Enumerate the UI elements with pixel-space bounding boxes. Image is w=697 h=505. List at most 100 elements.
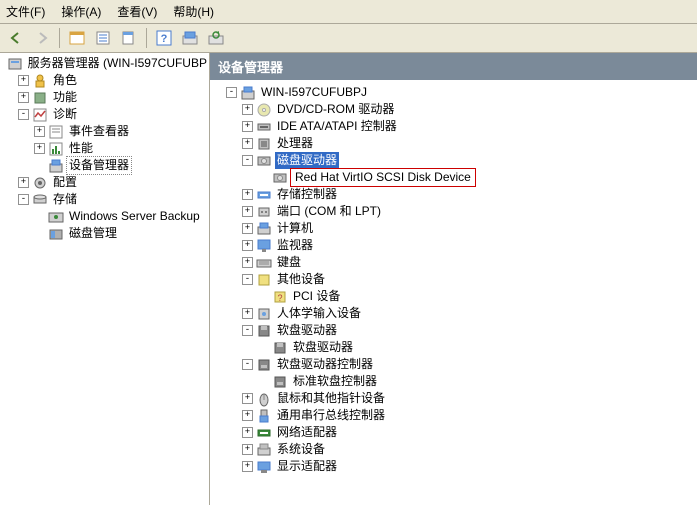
menu-view[interactable]: 查看(V) (117, 3, 157, 20)
expand-icon[interactable]: + (242, 223, 253, 234)
config-icon (32, 175, 48, 191)
tree-item[interactable]: +鼠标和其他指针设备 (210, 390, 697, 407)
collapse-icon[interactable]: - (242, 325, 253, 336)
svg-text:?: ? (277, 293, 282, 303)
tree-item[interactable]: - 磁盘驱动器 (210, 152, 697, 169)
help-button[interactable]: ? (152, 26, 176, 50)
expand-icon[interactable]: + (18, 92, 29, 103)
tree-item[interactable]: - 软盘驱动器 (210, 322, 697, 339)
expand-icon[interactable]: + (242, 461, 253, 472)
server-icon (7, 56, 23, 72)
forward-button[interactable] (30, 26, 54, 50)
role-icon (32, 73, 48, 89)
devmgr-icon (48, 158, 64, 174)
tree-item[interactable]: + 键盘 (210, 254, 697, 271)
expand-icon[interactable]: + (242, 206, 253, 217)
floppy-ctrl-icon (256, 357, 272, 373)
expand-icon[interactable]: + (242, 308, 253, 319)
expand-icon[interactable]: + (242, 138, 253, 149)
tree-item[interactable]: + 网络适配器 (210, 424, 697, 441)
tree-item[interactable]: +角色 (0, 72, 209, 89)
menu-file[interactable]: 文件(F) (6, 3, 45, 20)
expand-icon[interactable]: + (34, 126, 45, 137)
tree-item[interactable]: + DVD/CD-ROM 驱动器 (210, 101, 697, 118)
storage-ctrl-icon (256, 187, 272, 203)
tree-item[interactable]: +事件查看器 (0, 123, 209, 140)
tree-item[interactable]: -WIN-I597CUFUBPJ (210, 84, 697, 101)
tree-item[interactable]: +功能 (0, 89, 209, 106)
tree-item[interactable]: Red Hat VirtIO SCSI Disk Device (210, 169, 697, 186)
tree-item-label: 系统设备 (275, 441, 327, 458)
tree-item[interactable]: +性能 (0, 140, 209, 157)
tree-item-label: 监视器 (275, 237, 315, 254)
tree-item[interactable]: -诊断 (0, 106, 209, 123)
scan-button[interactable] (178, 26, 202, 50)
expand-icon[interactable]: + (242, 444, 253, 455)
monitor-icon (256, 238, 272, 254)
expand-icon[interactable]: + (242, 104, 253, 115)
expand-icon[interactable]: + (242, 189, 253, 200)
expand-icon[interactable]: + (242, 240, 253, 251)
tree-item[interactable]: -其他设备 (210, 271, 697, 288)
export-button[interactable] (117, 26, 141, 50)
tree-item-label: 磁盘驱动器 (275, 152, 339, 169)
refresh-button[interactable] (204, 26, 228, 50)
tree-item[interactable]: +通用串行总线控制器 (210, 407, 697, 424)
tree-item[interactable]: ?PCI 设备 (210, 288, 697, 305)
tree-item[interactable]: 磁盘管理 (0, 225, 209, 242)
expand-icon[interactable]: + (18, 177, 29, 188)
hid-icon (256, 306, 272, 322)
wsb-icon (48, 209, 64, 225)
tree-item[interactable]: +处理器 (210, 135, 697, 152)
left-tree-pane[interactable]: 服务器管理器 (WIN-I597CUFUBP+角色+功能-诊断+事件查看器+性能… (0, 53, 210, 505)
feature-icon (32, 90, 48, 106)
collapse-icon[interactable]: - (226, 87, 237, 98)
tree-item[interactable]: 标准软盘控制器 (210, 373, 697, 390)
right-tree-pane[interactable]: -WIN-I597CUFUBPJ + DVD/CD-ROM 驱动器+IDE ATA/… (210, 80, 697, 505)
tree-item-label: DVD/CD-ROM 驱动器 (275, 101, 396, 118)
tree-item[interactable]: +显示适配器 (210, 458, 697, 475)
collapse-icon[interactable]: - (242, 359, 253, 370)
tree-item-label: 端口 (COM 和 LPT) (275, 203, 383, 220)
tree-item[interactable]: -软盘驱动器控制器 (210, 356, 697, 373)
collapse-icon[interactable]: - (18, 109, 29, 120)
expand-icon[interactable]: + (242, 121, 253, 132)
tree-item[interactable]: 服务器管理器 (WIN-I597CUFUBP (0, 55, 209, 72)
collapse-icon[interactable]: - (18, 194, 29, 205)
show-hide-button[interactable] (65, 26, 89, 50)
tree-item-label: 键盘 (275, 254, 303, 271)
menu-action[interactable]: 操作(A) (61, 3, 101, 20)
event-icon (48, 124, 64, 140)
tree-item-label: 计算机 (275, 220, 315, 237)
tree-item[interactable]: Windows Server Backup (0, 208, 209, 225)
tree-item[interactable]: + 存储控制器 (210, 186, 697, 203)
tree-item[interactable]: 设备管理器 (0, 157, 209, 174)
tree-item[interactable]: +配置 (0, 174, 209, 191)
tree-item-label: 软盘驱动器 (275, 322, 339, 339)
expand-icon[interactable]: + (242, 410, 253, 421)
expand-icon[interactable]: + (242, 257, 253, 268)
tree-item-label: 磁盘管理 (67, 225, 119, 242)
expand-icon[interactable]: + (18, 75, 29, 86)
expand-icon[interactable]: + (34, 143, 45, 154)
tree-item[interactable]: 软盘驱动器 (210, 339, 697, 356)
collapse-icon[interactable]: - (242, 155, 253, 166)
tree-item[interactable]: -存储 (0, 191, 209, 208)
expand-icon[interactable]: + (242, 427, 253, 438)
tree-item-label: 存储控制器 (275, 186, 339, 203)
collapse-icon[interactable]: - (242, 274, 253, 285)
properties-button[interactable] (91, 26, 115, 50)
back-button[interactable] (4, 26, 28, 50)
system-icon (256, 442, 272, 458)
tree-item[interactable]: + 监视器 (210, 237, 697, 254)
tree-item[interactable]: + 系统设备 (210, 441, 697, 458)
tree-item-label: 网络适配器 (275, 424, 339, 441)
perf-icon (48, 141, 64, 157)
menu-help[interactable]: 帮助(H) (173, 3, 214, 20)
tree-item[interactable]: + 端口 (COM 和 LPT) (210, 203, 697, 220)
tree-item[interactable]: +人体学输入设备 (210, 305, 697, 322)
tree-item-label: Red Hat VirtIO SCSI Disk Device (291, 169, 475, 186)
tree-item[interactable]: +IDE ATA/ATAPI 控制器 (210, 118, 697, 135)
tree-item[interactable]: + 计算机 (210, 220, 697, 237)
expand-icon[interactable]: + (242, 393, 253, 404)
